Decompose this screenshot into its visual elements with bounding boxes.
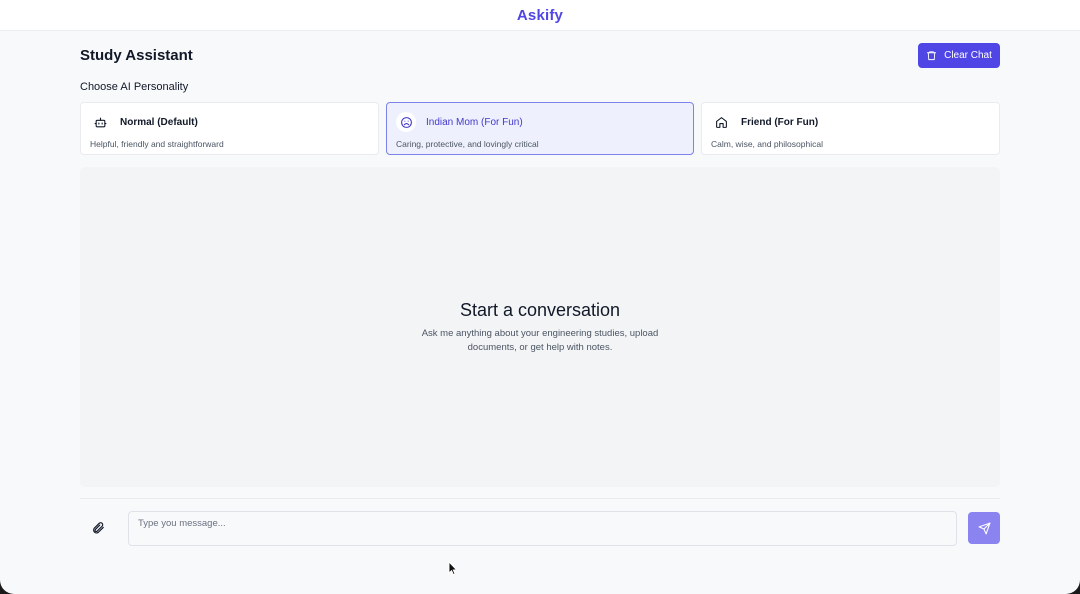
message-input[interactable]	[128, 511, 957, 546]
brand-logo-text[interactable]: Askify	[517, 7, 563, 24]
send-button[interactable]	[968, 512, 1000, 544]
personality-card-normal[interactable]: Normal (Default) Helpful, friendly and s…	[80, 102, 379, 155]
mouse-cursor-icon	[448, 561, 458, 576]
chat-messages-area[interactable]: Start a conversation Ask me anything abo…	[80, 167, 1000, 487]
personality-name: Friend (For Fun)	[741, 116, 819, 128]
top-bar: Askify	[0, 0, 1080, 31]
robot-icon	[90, 112, 110, 132]
app-window: Askify Study Assistant Clear Chat Choose…	[0, 0, 1080, 594]
frown-face-icon	[396, 112, 416, 132]
personality-card-friend[interactable]: Friend (For Fun) Calm, wise, and philoso…	[701, 102, 1000, 155]
send-icon	[978, 522, 990, 534]
attach-file-button[interactable]	[88, 518, 108, 538]
trash-icon	[927, 51, 937, 61]
personality-card-indian-mom[interactable]: Indian Mom (For Fun) Caring, protective,…	[386, 102, 694, 155]
paperclip-icon	[93, 522, 104, 534]
personality-name: Indian Mom (For Fun)	[426, 116, 523, 128]
page-title: Study Assistant	[80, 47, 193, 64]
personality-description: Helpful, friendly and straightforward	[90, 139, 224, 149]
empty-state-title: Start a conversation	[459, 300, 621, 320]
personality-description: Calm, wise, and philosophical	[711, 139, 823, 149]
clear-chat-button[interactable]: Clear Chat	[918, 43, 1000, 68]
empty-state-subtitle: Ask me anything about your engineering s…	[421, 328, 659, 353]
home-icon	[711, 112, 731, 132]
personality-name: Normal (Default)	[120, 116, 198, 128]
clear-chat-label: Clear Chat	[944, 50, 992, 61]
personality-section-label: Choose AI Personality	[80, 81, 189, 93]
personality-description: Caring, protective, and lovingly critica…	[396, 139, 539, 149]
composer-divider	[80, 498, 1000, 499]
